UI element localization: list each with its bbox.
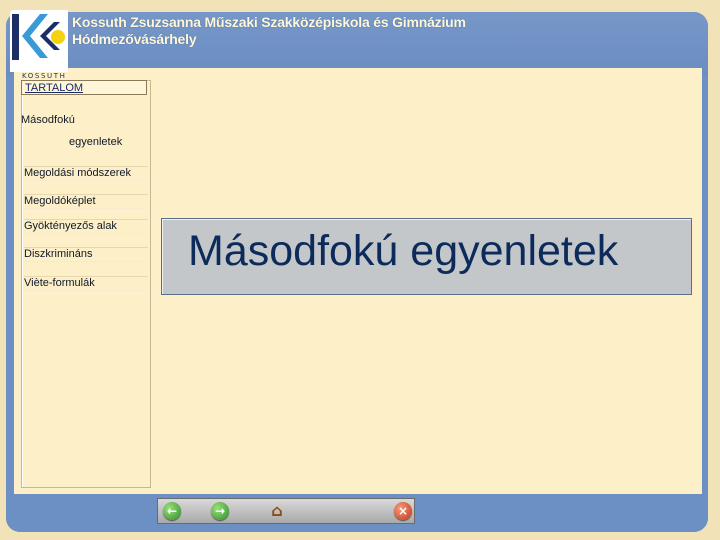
- back-button[interactable]: ←: [163, 502, 181, 520]
- arrow-left-icon: ←: [166, 504, 178, 518]
- school-name-line1: Kossuth Zsuzsanna Műszaki Szakközépiskol…: [72, 14, 466, 30]
- sidebar-item-viete-formulak[interactable]: Viète-formulák: [24, 276, 148, 291]
- sidebar-item-megoldasi-modszerek[interactable]: Megoldási módszerek: [24, 166, 148, 181]
- forward-button[interactable]: →: [211, 502, 229, 520]
- sidebar-title[interactable]: TARTALOM: [21, 80, 147, 95]
- close-button[interactable]: ×: [394, 502, 412, 520]
- arrow-right-icon: →: [214, 504, 226, 518]
- school-logo: KOSSUTH: [10, 10, 68, 80]
- kossuth-logo-icon: [12, 14, 65, 60]
- sidebar-item-diszkriminans[interactable]: Diszkrimináns: [24, 247, 148, 262]
- title-box: Másodfokú egyenletek: [161, 218, 692, 295]
- sidebar-item-egyenletek[interactable]: egyenletek: [69, 136, 122, 149]
- close-icon: ×: [397, 504, 409, 518]
- navigation-bar: ← → ⌂ ×: [157, 498, 415, 524]
- sidebar-item-masodfoku[interactable]: Másodfokú: [21, 114, 75, 127]
- sidebar-item-megoldokeplet[interactable]: Megoldóképlet: [24, 194, 148, 209]
- school-name-line2: Hódmezővásárhely: [72, 31, 197, 47]
- home-button[interactable]: ⌂: [268, 502, 286, 520]
- logo-caption: KOSSUTH: [22, 72, 67, 80]
- school-name: Kossuth Zsuzsanna Műszaki Szakközépiskol…: [72, 14, 466, 48]
- home-icon: ⌂: [271, 501, 283, 520]
- page-title: Másodfokú egyenletek: [188, 227, 619, 275]
- sidebar-item-gyoktenyezos-alak[interactable]: Gyöktényezős alak: [24, 219, 148, 234]
